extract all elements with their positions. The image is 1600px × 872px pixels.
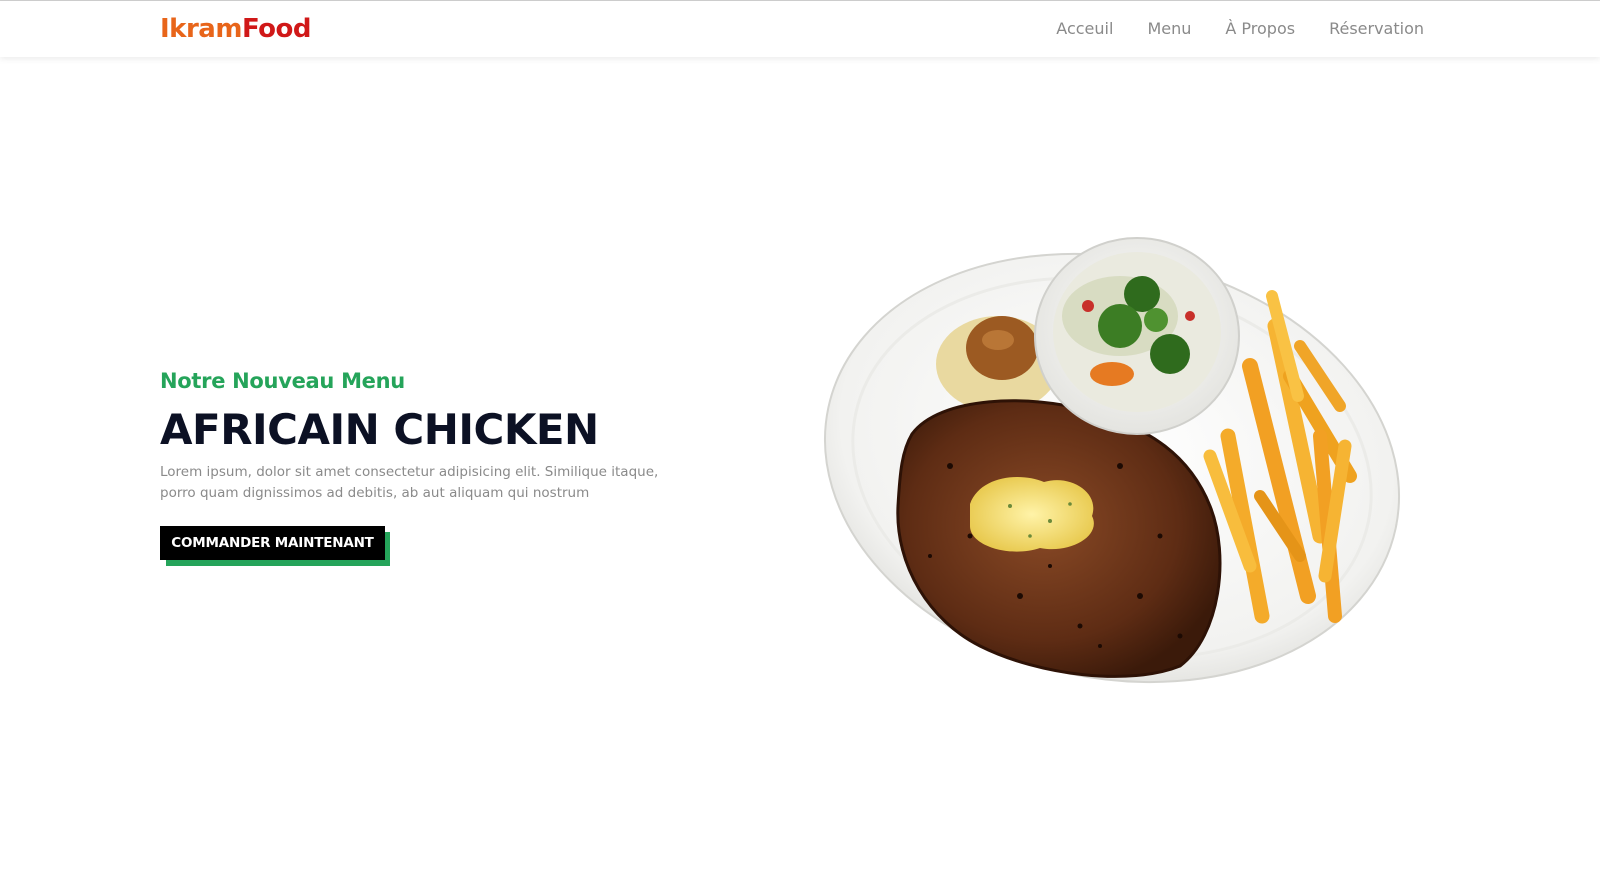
hero-title: AFRICAIN CHICKEN bbox=[160, 405, 599, 454]
order-now-button[interactable]: COMMANDER MAINTENANT bbox=[160, 526, 385, 560]
brand-logo-part2: Food bbox=[241, 14, 312, 44]
cta-wrapper: COMMANDER MAINTENANT bbox=[160, 526, 390, 566]
hero-description: Lorem ipsum, dolor sit amet consectetur … bbox=[160, 464, 659, 501]
nav-link-menu[interactable]: Menu bbox=[1147, 17, 1191, 41]
nav-link-acceuil[interactable]: Acceuil bbox=[1056, 17, 1113, 41]
hero-kicker: Notre Nouveau Menu bbox=[160, 369, 405, 393]
steak-plate-illustration bbox=[823, 237, 1401, 684]
navbar: IkramFood Acceuil Menu À Propos Réservat… bbox=[0, 1, 1600, 57]
nav-link-a-propos[interactable]: À Propos bbox=[1225, 17, 1295, 41]
nav-link-reservation[interactable]: Réservation bbox=[1329, 17, 1424, 41]
main-nav: Acceuil Menu À Propos Réservation bbox=[1056, 17, 1424, 41]
brand-logo[interactable]: IkramFood bbox=[160, 13, 311, 45]
hero-section: Notre Nouveau Menu AFRICAIN CHICKEN Lore… bbox=[160, 366, 680, 566]
brand-logo-part1: Ikram bbox=[160, 14, 242, 44]
steak-plate-image bbox=[820, 236, 1420, 696]
